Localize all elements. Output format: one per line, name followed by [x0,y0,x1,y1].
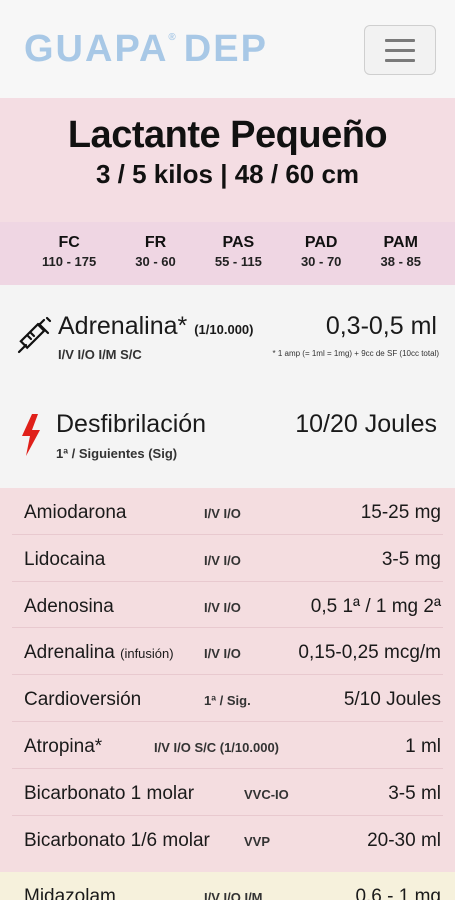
vital-pas: PAS 55 - 115 [214,234,262,269]
desfibrilacion-section: Desfibrilación 10/20 Joules 1ª / Siguien… [0,380,455,488]
logo[interactable]: GUAPA® DEP [24,28,268,71]
list-item: Lidocaina I/V I/O 3-5 mg [12,535,443,582]
vitals-row: FC 110 - 175 FR 30 - 60 PAS 55 - 115 PAD 30 … [0,222,455,285]
list-item: Amiodarona I/V I/O 15-25 mg [12,488,443,535]
drug-list: Amiodarona I/V I/O 15-25 mg Lidocaina I/… [0,488,455,872]
hamburger-icon [385,38,415,42]
vital-fr: FR 30 - 60 [135,234,176,269]
app-header: GUAPA® DEP [0,0,455,98]
desfibrilacion-name: Desfibrilación [56,410,207,438]
list-item: Cardioversión 1ª / Sig. 5/10 Joules [12,675,443,722]
lightning-icon [22,414,40,456]
list-item: Adrenalina (infusión) I/V I/O 0,15-0,25 … [12,628,443,676]
category-title: Lactante Pequeño [67,114,388,156]
adrenalina-name: Adrenalina* [58,312,188,340]
desfibrilacion-dose: 10/20 Joules [295,410,437,438]
desfibrilacion-route: 1ª / Siguientes (Sig) [56,446,178,461]
list-item: Bicarbonato 1 molar VVC-IO 3-5 ml [12,769,443,816]
vital-pad: PAD 30 - 70 [300,234,342,269]
category-subtitle: 3 / 5 kilos | 48 / 60 cm [95,159,360,189]
sedation-section: Midazolam I/V I/O I/M 0,6 - 1 mg [0,872,455,900]
vital-fc: FC 110 - 175 [42,234,97,269]
syringe-icon [17,316,52,354]
list-item: Midazolam I/V I/O I/M 0,6 - 1 mg [24,886,441,900]
adrenalina-note: * 1 amp (= 1ml = 1mg) + 9cc de SF (10cc … [272,349,439,358]
menu-button[interactable] [364,25,436,75]
vital-pam: PAM 38 - 85 [380,234,421,269]
adrenalina-dose: 0,3-0,5 ml [325,312,437,340]
list-item: Atropina* I/V I/O S/C (1/10.000) 1 ml [12,722,443,769]
list-item: Adenosina I/V I/O 0,5 1ª / 1 mg 2ª [12,582,443,629]
adrenalina-concentration: (1/10.000) [194,322,254,337]
adrenalina-route: I/V I/O I/M S/C [58,347,142,362]
patient-category: Lactante Pequeño 3 / 5 kilos | 48 / 60 c… [0,98,455,222]
list-item: Bicarbonato 1/6 molar VVP 20-30 ml [24,829,441,851]
adrenalina-section: Adrenalina* (1/10.000) 0,3-0,5 ml I/V I/… [0,285,455,380]
